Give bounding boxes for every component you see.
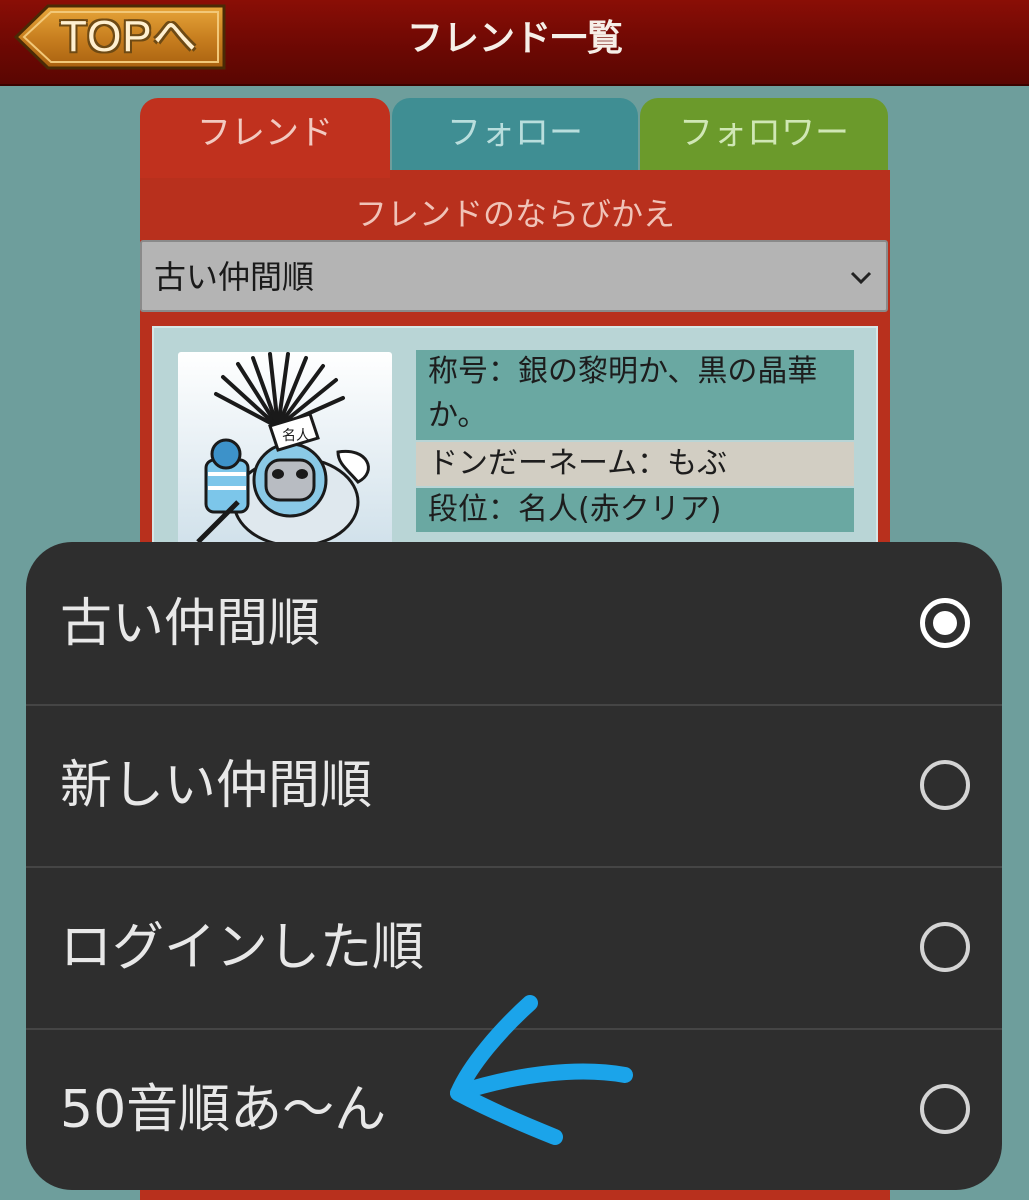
divider xyxy=(26,866,1002,868)
radio-checked-icon[interactable] xyxy=(920,598,970,648)
tab-friend[interactable]: フレンド xyxy=(140,98,390,178)
sort-option-label: 古い仲間順 xyxy=(60,594,321,654)
sort-option-oldest[interactable]: 古い仲間順 xyxy=(26,542,1002,704)
friend-title: 称号：銀の黎明か、黒の晶華 か。 xyxy=(416,350,854,440)
sort-option-label: ログインした順 xyxy=(60,918,425,978)
friend-title-line2: か。 xyxy=(428,398,488,433)
friend-title-line1: 称号：銀の黎明か、黒の晶華 xyxy=(428,354,818,389)
radio-unchecked-icon[interactable] xyxy=(920,760,970,810)
tab-follow[interactable]: フォロー xyxy=(392,98,638,172)
sort-select[interactable]: 古い仲間順 xyxy=(140,240,888,312)
hand-drawn-arrow-icon xyxy=(450,995,633,1145)
avatar: 名人 xyxy=(178,352,392,552)
avatar-badge-text: 名人 xyxy=(282,428,310,444)
top-back-label: TOPへ xyxy=(60,12,198,61)
taiko-character-icon: 名人 xyxy=(196,352,370,548)
tab-follower[interactable]: フォロワー xyxy=(640,98,888,172)
friend-name: ドンだーネーム：もぶ xyxy=(416,442,854,486)
sort-select-value: 古い仲間順 xyxy=(154,258,315,296)
chevron-down-icon xyxy=(850,271,872,285)
top-back-button[interactable]: TOPへ xyxy=(14,4,226,70)
app-header: TOPへ フレンド一覧 xyxy=(0,0,1029,86)
sort-option-label: 新しい仲間順 xyxy=(60,756,373,816)
divider xyxy=(26,704,1002,706)
sort-option-label: 50音順あ〜ん xyxy=(60,1080,387,1140)
sort-option-newest[interactable]: 新しい仲間順 xyxy=(26,704,1002,866)
friend-rank: 段位：名人(赤クリア) xyxy=(416,488,854,532)
radio-unchecked-icon[interactable] xyxy=(920,1084,970,1134)
radio-unchecked-icon[interactable] xyxy=(920,922,970,972)
sort-label: フレンドのならびかえ xyxy=(354,195,675,233)
page-title: フレンド一覧 xyxy=(406,18,623,59)
